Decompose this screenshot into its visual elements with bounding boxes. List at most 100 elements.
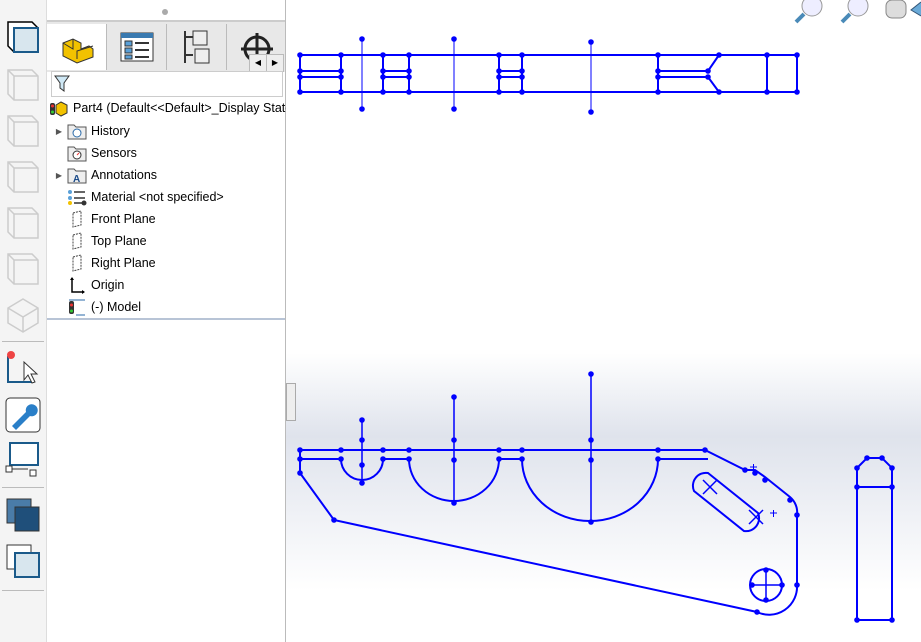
sketch-geometry[interactable] <box>299 39 893 621</box>
sketch-point[interactable] <box>588 457 594 463</box>
view-cube-icon[interactable] <box>4 18 42 56</box>
sketch-point[interactable] <box>794 582 800 588</box>
sketch-point[interactable] <box>496 89 502 95</box>
tree-item[interactable]: Origin <box>51 274 124 296</box>
sketch-point[interactable] <box>588 371 594 377</box>
tab-scroll-right-button[interactable]: ▶ <box>266 54 284 72</box>
sketch-point[interactable] <box>764 89 770 95</box>
hide-show-icon[interactable] <box>4 542 42 580</box>
sketch-point[interactable] <box>359 417 365 423</box>
sketch-point[interactable] <box>763 567 769 573</box>
sketch-point[interactable] <box>451 437 457 443</box>
sketch-point[interactable] <box>451 36 457 42</box>
sketch-point[interactable] <box>655 89 661 95</box>
sketch-point[interactable] <box>297 456 303 462</box>
sketch-point[interactable] <box>380 52 386 58</box>
expand-arrow-icon[interactable]: ▶ <box>51 171 67 180</box>
sketch-point[interactable] <box>406 52 412 58</box>
previous-view-icon[interactable] <box>885 0 921 19</box>
sketch-point[interactable] <box>519 89 525 95</box>
display-style-icon[interactable] <box>4 496 42 534</box>
sketch-point[interactable] <box>763 597 769 603</box>
sketch-point[interactable] <box>754 609 760 615</box>
sketch-point[interactable] <box>716 52 722 58</box>
expand-arrow-icon[interactable]: ▶ <box>51 127 67 136</box>
sketch-point[interactable] <box>406 447 412 453</box>
sketch-point[interactable] <box>588 39 594 45</box>
sketch-point[interactable] <box>359 480 365 486</box>
sketch-point[interactable] <box>406 89 412 95</box>
sketch-point[interactable] <box>406 74 412 80</box>
sketch-point[interactable] <box>451 106 457 112</box>
sketch-point[interactable] <box>519 74 525 80</box>
splitter-handle[interactable] <box>286 383 296 421</box>
tree-root-part[interactable]: Part4 (Default<<Default>_Display State <box>49 97 292 119</box>
view-right-icon[interactable] <box>4 204 42 242</box>
sketch-point[interactable] <box>451 457 457 463</box>
zoom-to-area-icon[interactable] <box>840 0 869 24</box>
sketch-point[interactable] <box>655 74 661 80</box>
sketch-point[interactable] <box>406 68 412 74</box>
sketch-point[interactable] <box>297 89 303 95</box>
sketch-point[interactable] <box>338 456 344 462</box>
tree-item[interactable]: Material <not specified> <box>51 186 224 208</box>
sketch-point[interactable] <box>338 68 344 74</box>
sketch-point[interactable] <box>705 74 711 80</box>
sketch-point[interactable] <box>742 467 748 473</box>
sketch-point[interactable] <box>297 52 303 58</box>
sketch-point[interactable] <box>752 470 758 476</box>
sketch-point[interactable] <box>380 74 386 80</box>
tree-item[interactable]: Front Plane <box>51 208 156 230</box>
sketch-point[interactable] <box>338 52 344 58</box>
sketch-point[interactable] <box>889 484 895 490</box>
sketch-point[interactable] <box>297 68 303 74</box>
sketch-point[interactable] <box>338 89 344 95</box>
sketch-point[interactable] <box>854 484 860 490</box>
sketch-point[interactable] <box>702 447 708 453</box>
tree-item[interactable]: Sensors <box>51 142 137 164</box>
tab-configuration-manager[interactable] <box>167 24 227 70</box>
sketch-select-icon[interactable] <box>4 348 42 386</box>
view-front-icon[interactable] <box>4 66 42 104</box>
tree-item[interactable]: (-) Model <box>51 296 141 318</box>
sketch-canvas[interactable] <box>286 0 921 642</box>
sketch-point[interactable] <box>380 447 386 453</box>
sketch-point[interactable] <box>889 617 895 623</box>
sketch-point[interactable] <box>762 477 768 483</box>
sketch-point[interactable] <box>655 447 661 453</box>
sketch-point[interactable] <box>297 74 303 80</box>
sketch-point[interactable] <box>331 517 337 523</box>
sketch-point[interactable] <box>297 447 303 453</box>
sketch-point[interactable] <box>380 89 386 95</box>
sketch-point[interactable] <box>406 456 412 462</box>
sketch-point[interactable] <box>854 617 860 623</box>
panel-grip[interactable] <box>162 9 168 15</box>
panel-splitter[interactable] <box>47 318 285 320</box>
sketch-point[interactable] <box>588 109 594 115</box>
sketch-point[interactable] <box>380 456 386 462</box>
sketch-point[interactable] <box>359 36 365 42</box>
sketch-point[interactable] <box>705 68 711 74</box>
sketch-point[interactable] <box>297 470 303 476</box>
sketch-point[interactable] <box>794 89 800 95</box>
sketch-point[interactable] <box>496 447 502 453</box>
sketch-point[interactable] <box>380 68 386 74</box>
view-left-icon[interactable] <box>4 158 42 196</box>
sketch-point[interactable] <box>496 52 502 58</box>
filter-icon[interactable] <box>52 72 72 94</box>
tab-feature-manager[interactable] <box>47 24 107 70</box>
sketch-point[interactable] <box>794 52 800 58</box>
tree-item[interactable]: Top Plane <box>51 230 147 252</box>
tree-filter[interactable] <box>51 71 283 97</box>
sketch-point[interactable] <box>496 68 502 74</box>
view-back-icon[interactable] <box>4 112 42 150</box>
sketch-point[interactable] <box>519 447 525 453</box>
tree-item[interactable]: ▶ History <box>51 120 130 142</box>
sketch-point[interactable] <box>655 52 661 58</box>
sketch-point[interactable] <box>496 74 502 80</box>
tree-item[interactable]: Right Plane <box>51 252 156 274</box>
view-top-icon[interactable] <box>4 250 42 288</box>
sketch-point[interactable] <box>854 465 860 471</box>
graphics-area[interactable] <box>286 0 921 642</box>
sketch-point[interactable] <box>879 455 885 461</box>
